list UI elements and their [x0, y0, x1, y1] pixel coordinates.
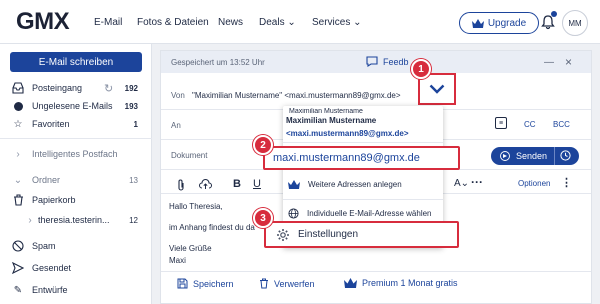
floppy-icon — [177, 278, 188, 289]
clock-icon[interactable] — [560, 150, 571, 161]
sidebar-item-sent[interactable]: Gesendet — [0, 258, 152, 278]
chat-icon — [366, 56, 378, 67]
sender-email[interactable]: <maxi.mustermann89@gmx.de> — [286, 129, 409, 138]
nav-deals[interactable]: Deals ⌄ — [259, 17, 296, 28]
crown-icon — [471, 18, 484, 28]
bcc-button[interactable]: BCC — [553, 120, 570, 129]
notification-dot — [551, 11, 557, 17]
block-icon — [12, 240, 24, 252]
settings-menu-item[interactable]: Einstellungen — [264, 221, 459, 248]
step-badge-2: 2 — [253, 135, 273, 155]
pencil-icon: ✎ — [13, 284, 23, 296]
underline-icon[interactable]: U — [253, 178, 261, 190]
send-icon — [500, 151, 510, 161]
feedback-button[interactable]: Feedb — [366, 56, 409, 67]
compose-button[interactable]: E-Mail schreiben — [10, 52, 142, 72]
star-icon: ☆ — [13, 118, 23, 130]
contacts-icon[interactable]: ≡ — [495, 117, 507, 129]
sidebar-item-spam[interactable]: Spam — [0, 236, 152, 256]
inbox-icon — [12, 82, 24, 94]
dropdown-header-partial: Maximilian Mustername — [289, 108, 363, 115]
crown-icon — [344, 278, 357, 288]
chevron-down-icon: ⌄ — [287, 17, 296, 28]
chevron-down-icon: ⌄ — [353, 17, 362, 28]
divider — [283, 142, 443, 143]
unread-dot-icon — [12, 100, 24, 112]
body-line: im Anhang findest du da — [169, 223, 255, 232]
body-line: Viele Grüße — [169, 244, 212, 253]
divider — [283, 199, 443, 200]
step-badge-1: 1 — [411, 59, 431, 79]
trash-icon — [12, 194, 24, 206]
compose-header: Gespeichert um 13:52 Uhr Feedb — × — [161, 51, 591, 73]
nav-photos-files[interactable]: Fotos & Dateien — [137, 17, 209, 28]
minimize-icon[interactable]: — — [544, 57, 554, 68]
chevron-right-icon: › — [16, 148, 20, 160]
sender-name[interactable]: Maximilian Mustername — [286, 116, 376, 125]
font-color-icon[interactable]: A⌄ — [454, 178, 469, 189]
avatar[interactable]: MM — [562, 10, 588, 36]
cc-button[interactable]: CC — [524, 120, 536, 129]
kebab-menu-icon[interactable]: ⋮ — [561, 176, 572, 189]
body-line: Maxi — [169, 256, 186, 265]
sidebar-item-drafts[interactable]: ✎ Entwürfe — [0, 280, 152, 300]
refresh-icon[interactable]: ↻ — [104, 82, 113, 95]
options-button[interactable]: Optionen — [518, 179, 550, 188]
more-icon[interactable]: ··· — [471, 175, 483, 189]
chevron-down-icon: ⌄ — [13, 174, 23, 186]
attachment-icon[interactable] — [177, 179, 185, 194]
discard-button[interactable]: Verwerfen — [259, 278, 315, 289]
dropdown-item-individual-address[interactable]: Individuelle E-Mail-Adresse wählen — [288, 208, 432, 219]
gear-icon — [277, 229, 289, 241]
sidebar-item-subfolder[interactable]: › theresia.testerin... 12 — [0, 210, 152, 230]
sidebar: E-Mail schreiben Posteingang ↻ 192 Ungel… — [0, 44, 152, 304]
divider — [0, 138, 152, 139]
sidebar-item-smart-inbox[interactable]: › Intelligentes Postfach — [0, 144, 152, 164]
send-button[interactable]: Senden — [491, 147, 579, 165]
gmx-logo[interactable]: GMX — [16, 8, 70, 36]
sidebar-item-folders[interactable]: ⌄ Ordner 13 — [0, 170, 152, 190]
chevron-right-icon: › — [28, 214, 32, 226]
premium-button[interactable]: Premium 1 Monat gratis — [344, 278, 458, 288]
saved-status: Gespeichert um 13:52 Uhr — [171, 58, 265, 67]
cloud-upload-icon[interactable] — [199, 179, 212, 193]
bold-icon[interactable]: B — [233, 178, 241, 190]
crown-icon — [288, 180, 300, 189]
trash-icon — [260, 278, 268, 289]
upgrade-button[interactable]: Upgrade — [459, 12, 539, 34]
dropdown-item-more-addresses[interactable]: Weitere Adressen anlegen — [288, 180, 402, 189]
send-icon — [12, 262, 24, 274]
globe-icon — [288, 208, 299, 219]
close-icon[interactable]: × — [565, 55, 572, 69]
top-bar: GMX E-Mail Fotos & Dateien News Deals ⌄ … — [0, 0, 600, 44]
from-value[interactable]: "Maximilian Mustername" <maxi.mustermann… — [192, 91, 401, 100]
selected-email-option[interactable]: maxi.mustermann89@gmx.de — [263, 146, 460, 170]
message-body[interactable]: Hallo Theresia, im Anhang findest du da … — [169, 201, 255, 267]
chevron-down-icon — [429, 84, 445, 94]
save-button[interactable]: Speichern — [177, 278, 234, 289]
divider — [161, 271, 591, 272]
sidebar-item-inbox[interactable]: Posteingang ↻ 192 — [0, 78, 152, 98]
to-label: An — [171, 121, 181, 130]
nav-email[interactable]: E-Mail — [94, 17, 122, 28]
from-label: Von — [171, 91, 185, 100]
subject-field[interactable]: Dokument — [171, 151, 207, 160]
sidebar-item-favorites[interactable]: ☆ Favoriten 1 — [0, 114, 152, 134]
nav-news[interactable]: News — [218, 17, 243, 28]
sidebar-item-unread[interactable]: Ungelesene E-Mails 193 — [0, 96, 152, 116]
sidebar-item-trash[interactable]: Papierkorb — [0, 190, 152, 210]
body-line: Hallo Theresia, — [169, 202, 223, 211]
step-badge-3: 3 — [253, 208, 273, 228]
nav-services[interactable]: Services ⌄ — [312, 17, 362, 28]
